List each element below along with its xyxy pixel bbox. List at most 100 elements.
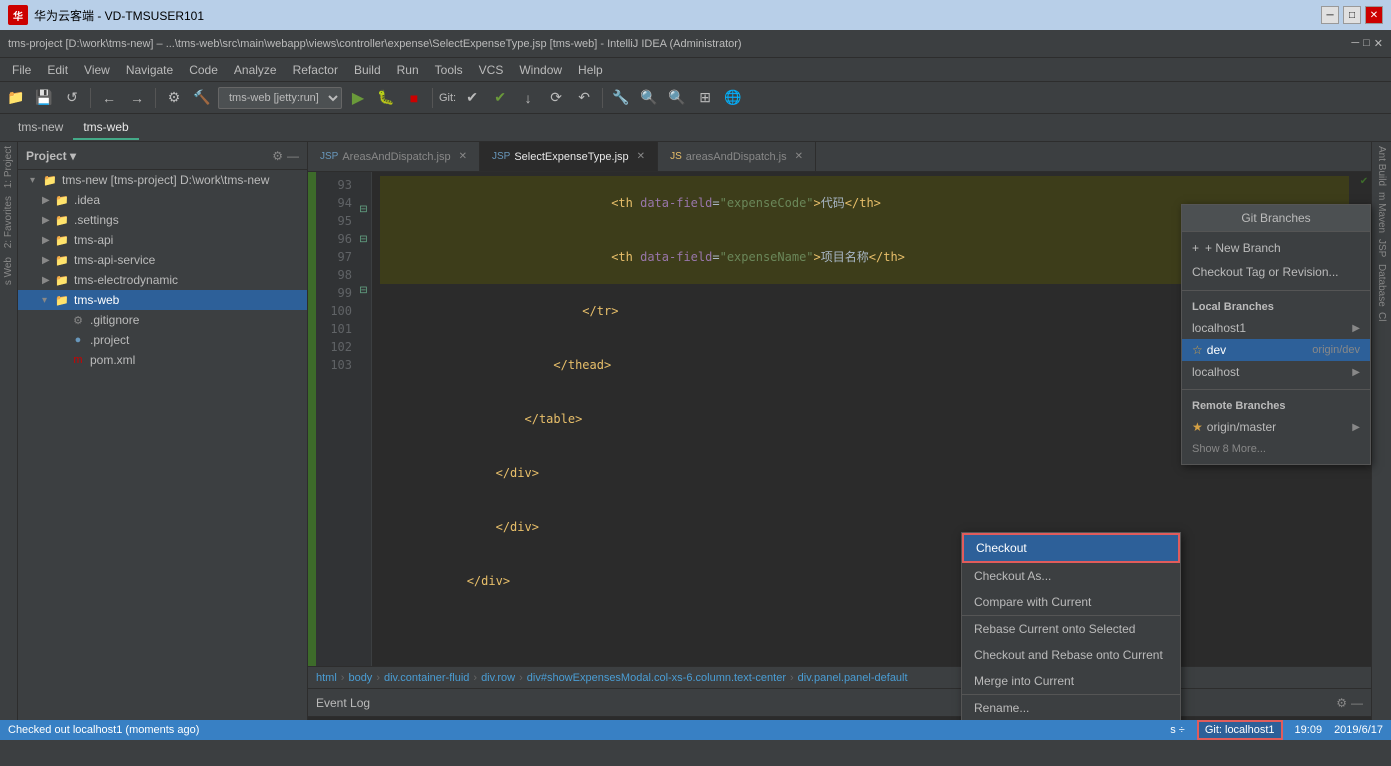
sidebar-label-project[interactable]: 1: Project bbox=[3, 146, 14, 188]
ctx-rebase[interactable]: Rebase Current onto Selected bbox=[962, 616, 1180, 642]
tree-tms-api-service[interactable]: ▶ 📁 tms-api-service bbox=[18, 250, 307, 270]
window-close-button[interactable]: ✕ bbox=[1374, 37, 1383, 50]
menu-run[interactable]: Run bbox=[389, 61, 427, 79]
toolbar-inspect-button[interactable]: 🔍 bbox=[637, 86, 661, 110]
menu-refactor[interactable]: Refactor bbox=[285, 61, 346, 79]
breadcrumb-html[interactable]: html bbox=[316, 672, 337, 684]
ctx-compare[interactable]: Compare with Current bbox=[962, 589, 1180, 615]
toolbar-back-button[interactable]: ← bbox=[97, 86, 121, 110]
branch-dev[interactable]: ☆ dev origin/dev bbox=[1182, 339, 1370, 361]
branch-localhost1[interactable]: localhost1 ▶ bbox=[1182, 317, 1370, 339]
ctx-checkout-as[interactable]: Checkout As... bbox=[962, 563, 1180, 589]
restore-button[interactable]: □ bbox=[1343, 6, 1361, 24]
toolbar-refresh-button[interactable]: ↺ bbox=[60, 86, 84, 110]
sidebar-label-favorites[interactable]: 2: Favorites bbox=[3, 196, 14, 248]
run-config-dropdown[interactable]: tms-web [jetty:run] bbox=[218, 87, 342, 109]
select-tab-close[interactable]: ✕ bbox=[637, 151, 645, 162]
ctx-checkout-rebase[interactable]: Checkout and Rebase onto Current bbox=[962, 642, 1180, 668]
tree-root[interactable]: ▾ 📁 tms-new [tms-project] D:\work\tms-ne… bbox=[18, 170, 307, 190]
menu-vcs[interactable]: VCS bbox=[471, 61, 512, 79]
status-icons: s ÷ bbox=[1170, 724, 1185, 736]
editor-tab-select[interactable]: JSP SelectExpenseType.jsp ✕ bbox=[480, 142, 658, 171]
show-more-label: Show 8 More... bbox=[1192, 443, 1266, 455]
ctx-rename[interactable]: Rename... bbox=[962, 695, 1180, 720]
right-label-jsp[interactable]: JSP bbox=[1376, 239, 1387, 257]
menu-window[interactable]: Window bbox=[511, 61, 570, 79]
toolbar-search-button[interactable]: 🔍 bbox=[665, 86, 689, 110]
tree-gitignore[interactable]: ⚙ .gitignore bbox=[18, 310, 307, 330]
git-push-button[interactable]: ✔ bbox=[488, 86, 512, 110]
branch-origin-master[interactable]: ★ origin/master ▶ bbox=[1182, 416, 1370, 438]
tree-project-file[interactable]: ● .project bbox=[18, 330, 307, 350]
toolbar-globe-button[interactable]: 🌐 bbox=[721, 86, 745, 110]
menu-help[interactable]: Help bbox=[570, 61, 611, 79]
branch-origin-master-left: ★ origin/master bbox=[1192, 420, 1276, 434]
checkout-tag-action[interactable]: Checkout Tag or Revision... bbox=[1182, 260, 1370, 284]
tree-settings[interactable]: ▶ 📁 .settings bbox=[18, 210, 307, 230]
tree-pom-xml[interactable]: m pom.xml bbox=[18, 350, 307, 370]
menu-edit[interactable]: Edit bbox=[39, 61, 76, 79]
menu-code[interactable]: Code bbox=[181, 61, 226, 79]
areas-tab-close[interactable]: ✕ bbox=[459, 151, 467, 162]
tree-tms-web[interactable]: ▾ 📁 tms-web bbox=[18, 290, 307, 310]
tree-pom-label: pom.xml bbox=[90, 353, 135, 367]
minimize-button[interactable]: ─ bbox=[1321, 6, 1339, 24]
log-settings-button[interactable]: ⚙ bbox=[1336, 696, 1347, 710]
toolbar-terminal-button[interactable]: ⊞ bbox=[693, 86, 717, 110]
toolbar-hammer-button[interactable]: 🔨 bbox=[190, 86, 214, 110]
window-restore-button[interactable]: □ bbox=[1363, 37, 1370, 50]
editor-tab-dispatch-js[interactable]: JS areasAndDispatch.js ✕ bbox=[658, 142, 816, 171]
project-tab-tms-new[interactable]: tms-new bbox=[8, 116, 73, 140]
breadcrumb-div-row[interactable]: div.row bbox=[481, 672, 515, 684]
git-update-button[interactable]: ⟳ bbox=[544, 86, 568, 110]
branch-localhost[interactable]: localhost ▶ bbox=[1182, 361, 1370, 383]
editor-tab-areas[interactable]: JSP AreasAndDispatch.jsp ✕ bbox=[308, 142, 480, 171]
tree-idea[interactable]: ▶ 📁 .idea bbox=[18, 190, 307, 210]
menu-view[interactable]: View bbox=[76, 61, 118, 79]
status-git-branch[interactable]: Git: localhost1 bbox=[1197, 720, 1283, 740]
ctx-merge[interactable]: Merge into Current bbox=[962, 668, 1180, 694]
code-line-103 bbox=[380, 644, 1349, 662]
toolbar-settings-button[interactable]: 🔧 bbox=[609, 86, 633, 110]
new-branch-action[interactable]: + + New Branch bbox=[1182, 236, 1370, 260]
sidebar-label-web[interactable]: s Web bbox=[3, 257, 14, 285]
right-label-database[interactable]: Database bbox=[1376, 264, 1387, 307]
panel-close-button[interactable]: — bbox=[287, 149, 299, 163]
toolbar-save-button[interactable]: 💾 bbox=[32, 86, 56, 110]
remote-branches-title: Remote Branches bbox=[1182, 396, 1370, 416]
ctx-checkout[interactable]: Checkout bbox=[962, 533, 1180, 563]
show-more-action[interactable]: Show 8 More... bbox=[1182, 438, 1370, 460]
run-button[interactable]: ▶ bbox=[346, 86, 370, 110]
breadcrumb-div-modal[interactable]: div#showExpensesModal.col-xs-6.column.te… bbox=[527, 672, 786, 684]
log-close-button[interactable]: — bbox=[1351, 696, 1363, 710]
menu-analyze[interactable]: Analyze bbox=[226, 61, 285, 79]
toolbar-new-button[interactable]: 📁 bbox=[4, 86, 28, 110]
debug-button[interactable]: 🐛 bbox=[374, 86, 398, 110]
breadcrumb-body[interactable]: body bbox=[348, 672, 372, 684]
toolbar-build-button[interactable]: ⚙ bbox=[162, 86, 186, 110]
git-branches-panel: Git Branches + + New Branch Checkout Tag… bbox=[1181, 204, 1371, 465]
git-revert-button[interactable]: ↶ bbox=[572, 86, 596, 110]
menu-navigate[interactable]: Navigate bbox=[118, 61, 181, 79]
right-label-maven[interactable]: m Maven bbox=[1376, 192, 1387, 233]
panel-gear-button[interactable]: ⚙ bbox=[272, 149, 283, 163]
menu-build[interactable]: Build bbox=[346, 61, 389, 79]
right-label-cl[interactable]: Cl bbox=[1376, 312, 1387, 321]
tree-tms-api[interactable]: ▶ 📁 tms-api bbox=[18, 230, 307, 250]
project-tab-tms-web[interactable]: tms-web bbox=[73, 116, 138, 140]
toolbar-forward-button[interactable]: → bbox=[125, 86, 149, 110]
stop-button[interactable]: ■ bbox=[402, 86, 426, 110]
window-minimize-button[interactable]: ─ bbox=[1351, 37, 1359, 50]
code-line-101 bbox=[380, 608, 1349, 626]
dispatch-js-close[interactable]: ✕ bbox=[795, 151, 803, 162]
git-commit-button[interactable]: ✔ bbox=[460, 86, 484, 110]
breadcrumb-div-container[interactable]: div.container-fluid bbox=[384, 672, 469, 684]
close-button[interactable]: ✕ bbox=[1365, 6, 1383, 24]
menu-tools[interactable]: Tools bbox=[427, 61, 471, 79]
right-label-ant[interactable]: Ant Build bbox=[1376, 146, 1387, 186]
git-fetch-button[interactable]: ↓ bbox=[516, 86, 540, 110]
branch-localhost1-right: ▶ bbox=[1352, 323, 1360, 334]
tree-tms-electrodynamic[interactable]: ▶ 📁 tms-electrodynamic bbox=[18, 270, 307, 290]
menu-file[interactable]: File bbox=[4, 61, 39, 79]
breadcrumb-div-panel[interactable]: div.panel.panel-default bbox=[798, 672, 908, 684]
